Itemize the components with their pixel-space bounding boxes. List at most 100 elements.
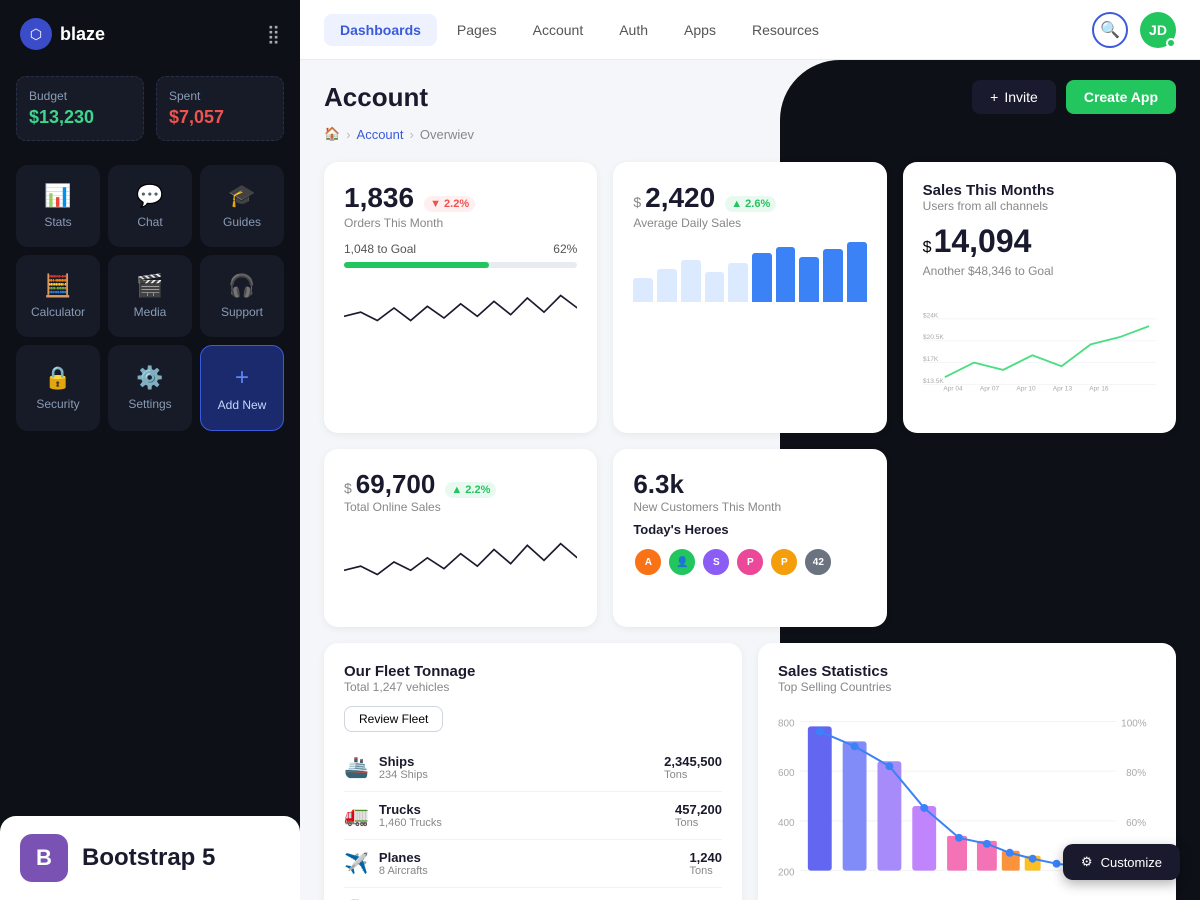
sidebar-item-chat[interactable]: 💬 Chat (108, 165, 192, 247)
sales-month-chart: $24K $20.5K $17K $13.5K Apr 04 Apr 07 Ap… (923, 288, 1156, 408)
svg-text:$20.5K: $20.5K (923, 334, 944, 341)
spent-card: Spent $7,057 (156, 76, 284, 141)
ships-unit: Tons (664, 769, 722, 781)
svg-text:$24K: $24K (923, 312, 939, 319)
invite-button[interactable]: + Invite (972, 80, 1056, 114)
orders-card: 1,836 ▼ 2.2% Orders This Month 1,048 to … (324, 162, 597, 433)
chat-label: Chat (137, 215, 162, 229)
online-sales-chart (344, 522, 577, 602)
guides-label: Guides (223, 215, 261, 229)
fleet-title: Our Fleet Tonnage (344, 663, 722, 680)
sidebar-item-calculator[interactable]: 🧮 Calculator (16, 255, 100, 337)
add-new-label: Add New (218, 398, 267, 412)
user-avatar[interactable]: JD (1140, 12, 1176, 48)
daily-sales-label: Average Daily Sales (633, 216, 866, 230)
app-name: blaze (60, 24, 105, 45)
nav-apps[interactable]: Apps (668, 14, 732, 46)
settings-icon: ⚙️ (136, 365, 163, 391)
ships-value: 2,345,500 (664, 754, 722, 769)
hero-avatar-count: 42 (803, 547, 833, 577)
fleet-item-trucks: 🚛 Trucks 1,460 Trucks 457,200 Tons (344, 792, 722, 840)
ships-name: Ships (379, 754, 428, 769)
svg-text:Apr 10: Apr 10 (1016, 385, 1036, 392)
trucks-unit: Tons (675, 817, 722, 829)
security-icon: 🔒 (44, 365, 71, 391)
nav-resources[interactable]: Resources (736, 14, 835, 46)
svg-text:600: 600 (778, 768, 795, 779)
new-customers-label: New Customers This Month (633, 500, 866, 514)
heroes-label: Today's Heroes (633, 522, 866, 537)
breadcrumb: 🏠 › Account › Overwiev (324, 126, 1176, 142)
sidebar-item-settings[interactable]: ⚙️ Settings (108, 345, 192, 431)
orders-goal-pct: 62% (553, 242, 577, 256)
review-fleet-button[interactable]: Review Fleet (344, 706, 443, 732)
fleet-item-trains: 🚂 Trains 804,300 (344, 888, 722, 900)
budget-label: Budget (29, 89, 131, 103)
breadcrumb-overwiev: Overwiev (420, 127, 474, 142)
create-app-button[interactable]: Create App (1066, 80, 1176, 114)
sales-stats-title: Sales Statistics (778, 663, 1156, 680)
media-icon: 🎬 (136, 273, 163, 299)
nav-auth[interactable]: Auth (603, 14, 664, 46)
svg-text:Apr 04: Apr 04 (943, 385, 963, 392)
add-new-icon: + (235, 364, 249, 392)
hero-avatar-2: 👤 (667, 547, 697, 577)
bootstrap-text: Bootstrap 5 (82, 844, 215, 872)
budget-value: $13,230 (29, 107, 131, 128)
guides-icon: 🎓 (228, 183, 255, 209)
spent-value: $7,057 (169, 107, 271, 128)
page-header: Account + Invite Create App (324, 80, 1176, 114)
hero-avatar-5: P (769, 547, 799, 577)
orders-goal-text: 1,048 to Goal (344, 242, 416, 256)
dark-spacer (903, 449, 1176, 627)
fleet-item-ships: 🚢 Ships 234 Ships 2,345,500 Tons (344, 744, 722, 792)
support-label: Support (221, 305, 263, 319)
sidebar-item-support[interactable]: 🎧 Support (200, 255, 284, 337)
online-dot (1166, 38, 1176, 48)
sidebar-item-add-new[interactable]: + Add New (200, 345, 284, 431)
nav-dashboards[interactable]: Dashboards (324, 14, 437, 46)
orders-label: Orders This Month (344, 216, 577, 230)
online-sales-card: $ 69,700 ▲ 2.2% Total Online Sales (324, 449, 597, 627)
daily-sales-change: ▲ 2.6% (725, 196, 776, 212)
fleet-card: Our Fleet Tonnage Total 1,247 vehicles R… (324, 643, 742, 900)
sidebar-item-stats[interactable]: 📊 Stats (16, 165, 100, 247)
new-customers-value: 6.3k (633, 469, 684, 499)
sidebar-item-media[interactable]: 🎬 Media (108, 255, 192, 337)
svg-text:400: 400 (778, 818, 795, 829)
stats-row-1: 1,836 ▼ 2.2% Orders This Month 1,048 to … (324, 162, 1176, 433)
planes-count: 8 Aircrafts (379, 865, 428, 877)
customize-button[interactable]: ⚙ Customize (1063, 844, 1180, 880)
sidebar-item-guides[interactable]: 🎓 Guides (200, 165, 284, 247)
sales-month-card: Sales This Months Users from all channel… (903, 162, 1176, 433)
svg-text:80%: 80% (1126, 768, 1146, 779)
hero-avatar-1: A (633, 547, 663, 577)
trucks-name: Trucks (379, 802, 442, 817)
sidebar-menu-icon[interactable]: ⣿ (267, 24, 280, 45)
search-button[interactable]: 🔍 (1092, 12, 1128, 48)
nav-account[interactable]: Account (517, 14, 600, 46)
settings-label: Settings (128, 397, 171, 411)
security-label: Security (36, 397, 79, 411)
online-sales-value: 69,700 (356, 469, 436, 500)
media-label: Media (134, 305, 167, 319)
bootstrap-logo: B (20, 834, 68, 882)
sales-month-goal: Another $48,346 to Goal (923, 264, 1156, 278)
sales-month-sub: Users from all channels (923, 199, 1156, 213)
breadcrumb-account[interactable]: Account (357, 127, 404, 142)
top-nav-right: 🔍 JD (1092, 12, 1176, 48)
trucks-value: 457,200 (675, 802, 722, 817)
logo-area: ⬡ blaze (20, 18, 105, 50)
sales-stats-sub: Top Selling Countries (778, 680, 1156, 694)
customize-icon: ⚙ (1081, 854, 1093, 870)
orders-chart (344, 278, 577, 338)
svg-text:800: 800 (778, 718, 795, 729)
nav-pages[interactable]: Pages (441, 14, 513, 46)
planes-value: 1,240 (689, 850, 722, 865)
header-actions: + Invite Create App (972, 80, 1176, 114)
stats-icon: 📊 (44, 183, 71, 209)
new-customers-card: 6.3k New Customers This Month Today's He… (613, 449, 886, 627)
sidebar-item-security[interactable]: 🔒 Security (16, 345, 100, 431)
stats-label: Stats (44, 215, 71, 229)
logo-icon: ⬡ (20, 18, 52, 50)
